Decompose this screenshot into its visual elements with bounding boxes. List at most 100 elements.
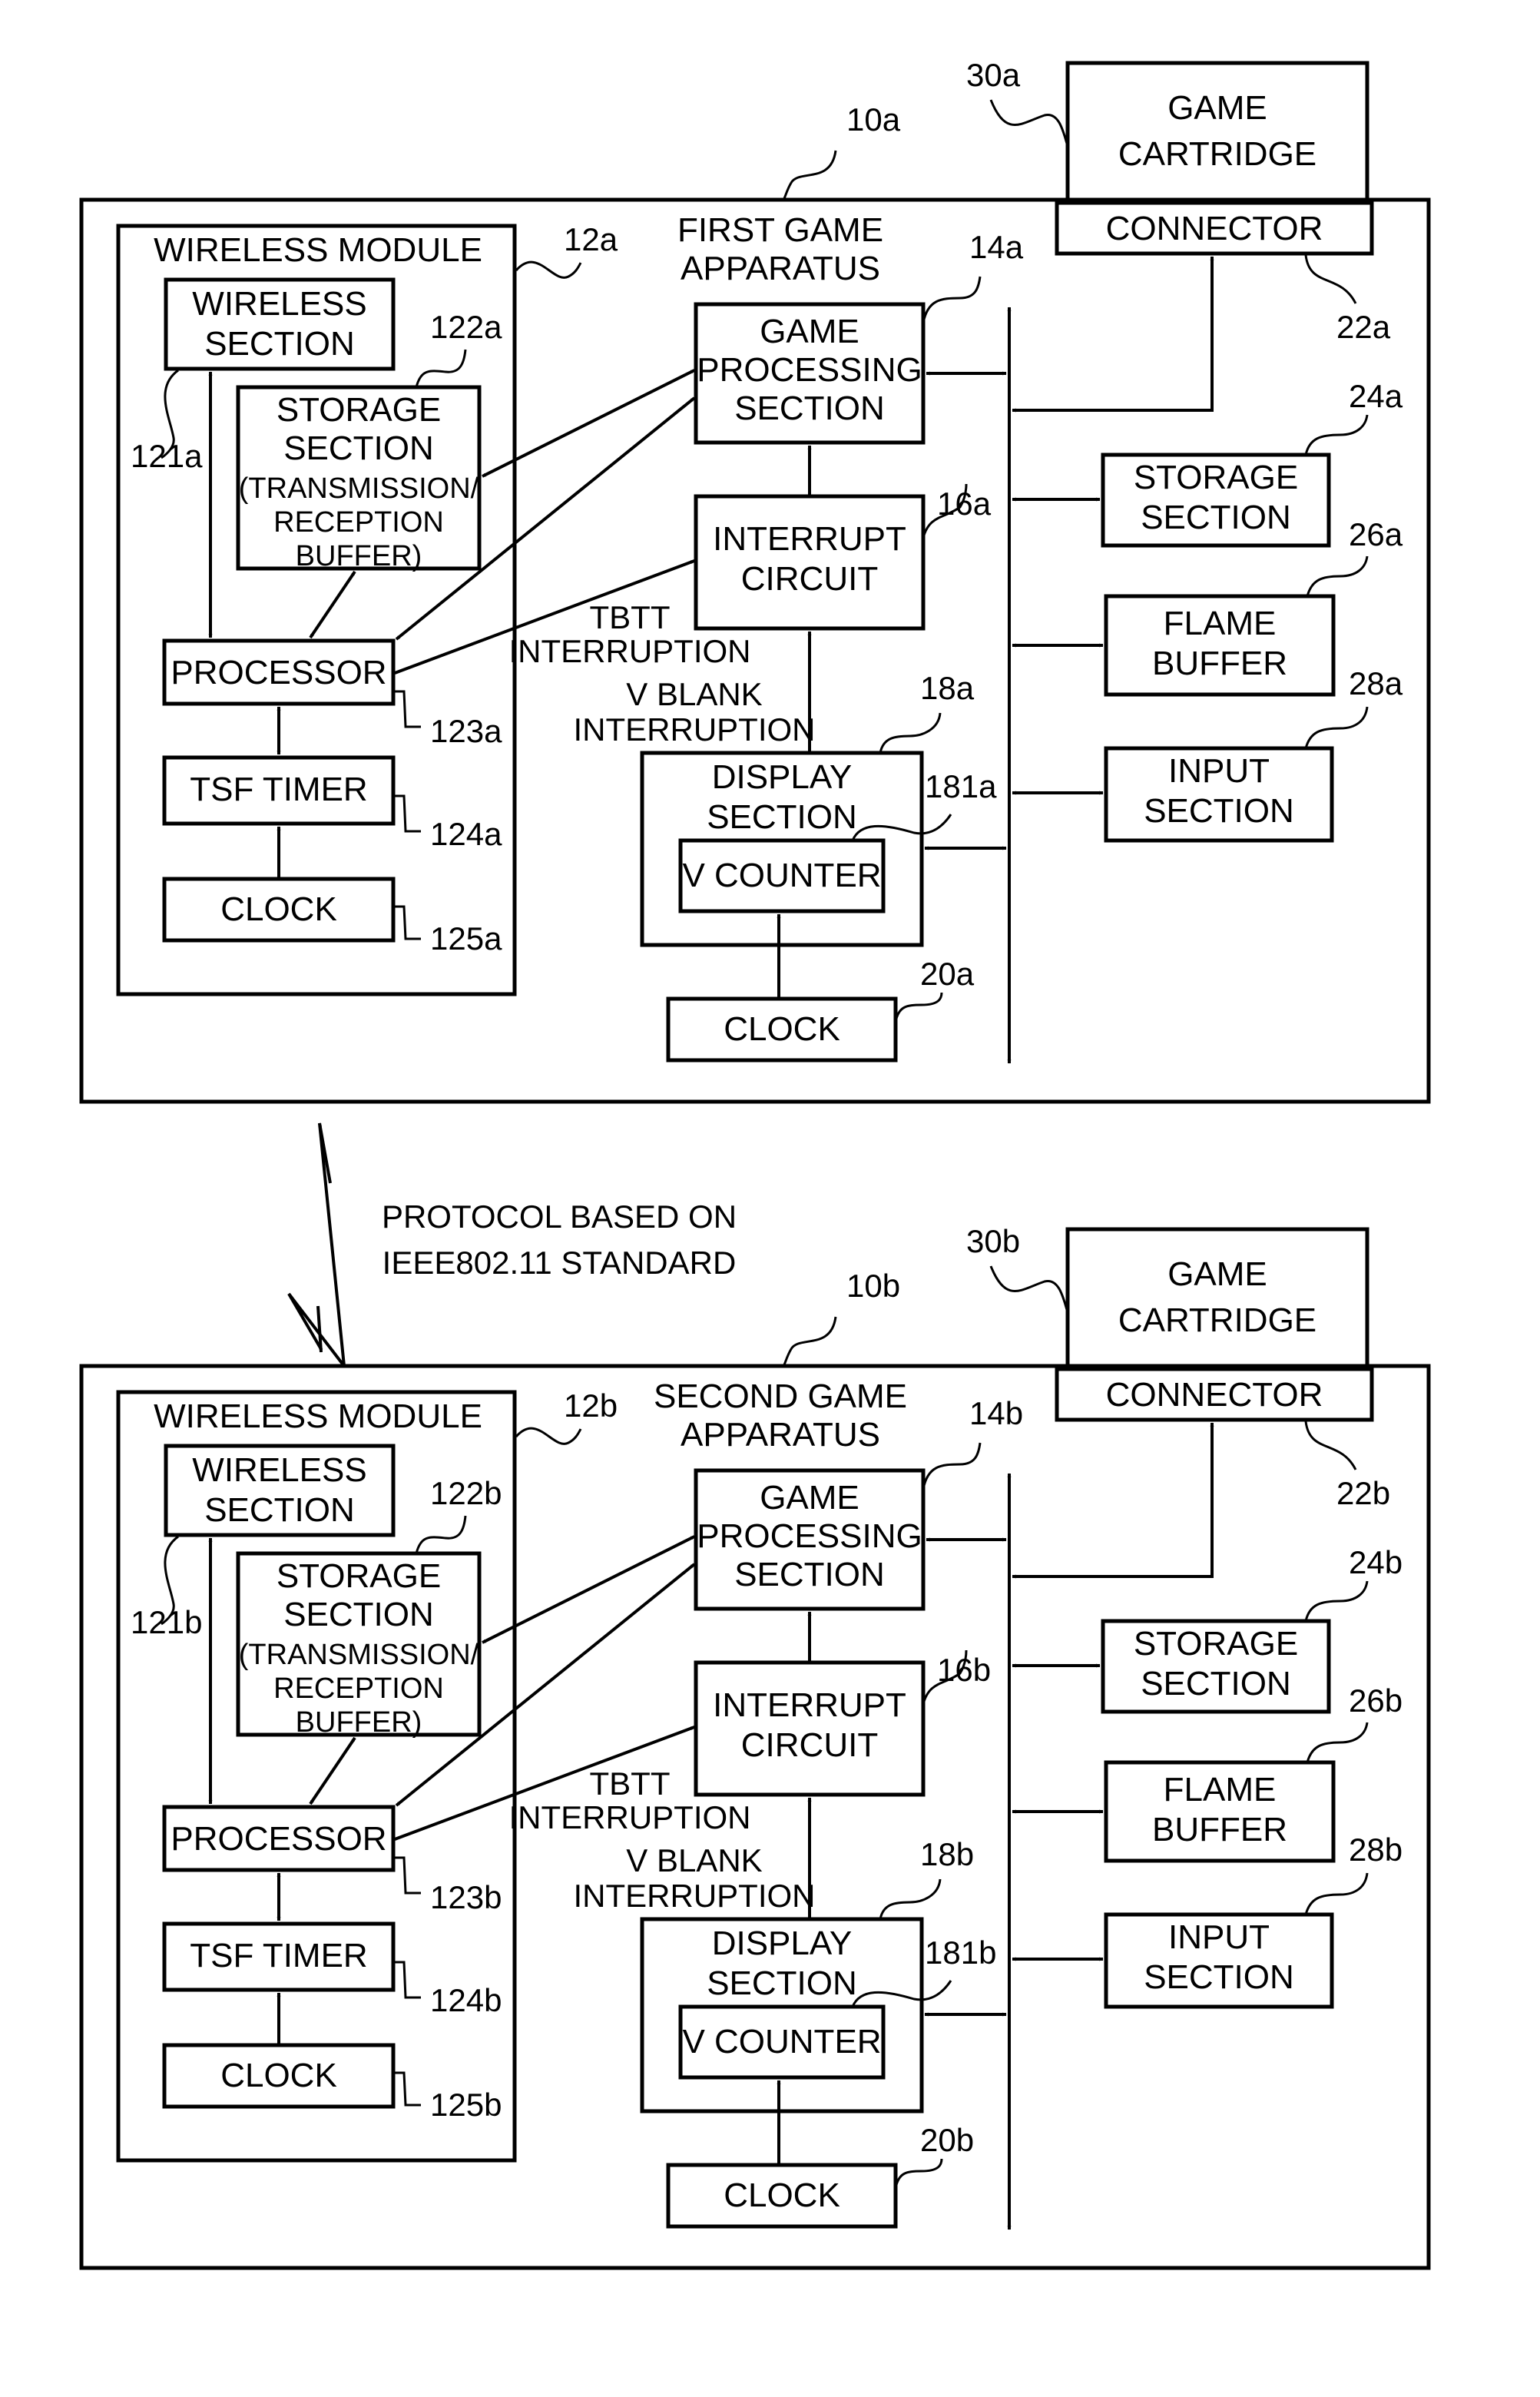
processor-ref: 123b — [430, 1879, 502, 1915]
game-cartridge-label-line-2: CARTRIDGE — [1118, 1301, 1316, 1339]
display-section-label-line-1: DISPLAY — [712, 758, 853, 796]
wireless-module-title: WIRELESS MODULE — [154, 1397, 482, 1435]
clock-ref: 20a — [920, 956, 975, 992]
module-clock-label: CLOCK — [220, 2057, 337, 2094]
clock-label: CLOCK — [724, 2177, 840, 2214]
wireless-section-ref: 121b — [131, 1604, 202, 1640]
input-section-label-line-2: SECTION — [1144, 1958, 1294, 1996]
game-processing-label-line-1: GAME — [760, 1479, 859, 1517]
module-storage-label-line-1: STORAGE — [277, 391, 441, 429]
storage-label-line-1: STORAGE — [1134, 1625, 1298, 1663]
display-section-ref: 18b — [920, 1836, 974, 1872]
apparatus-leader — [782, 150, 837, 201]
processor-label: PROCESSOR — [171, 1820, 386, 1858]
protocol-label: PROTOCOL BASED ON IEEE802.11 STANDARD — [382, 1198, 737, 1281]
tsf-timer-ref: 124b — [430, 1982, 502, 2018]
wireless-section-label-line-2: SECTION — [204, 1491, 355, 1529]
module-storage-line-4: RECEPTION — [273, 506, 444, 539]
game-cartridge-leader — [989, 99, 1069, 147]
game-processing-label-line-2: PROCESSING — [697, 351, 922, 389]
block-diagram: PROTOCOL BASED ON IEEE802.11 STANDARD GA… — [79, 57, 1431, 2270]
flame-buffer-ref: 26b — [1349, 1683, 1403, 1719]
input-section-label-line-1: INPUT — [1168, 752, 1270, 790]
module-clock-ref: 125b — [430, 2087, 502, 2123]
game-processing-ref: 14a — [969, 229, 1024, 265]
clock-label: CLOCK — [724, 1010, 840, 1048]
module-storage-line-3: (TRANSMISSION/ — [239, 1639, 479, 1671]
v-counter-label: V COUNTER — [682, 2023, 881, 2060]
game-cartridge-ref: 30b — [966, 1223, 1020, 1259]
game-cartridge-ref: 30a — [966, 57, 1021, 93]
tbtt-label-line-1: TBTT — [590, 599, 671, 635]
module-storage-label-line-2: SECTION — [283, 429, 434, 467]
flame-buffer-label-line-1: FLAME — [1164, 605, 1277, 642]
game-processing-label-line-3: SECTION — [734, 1556, 885, 1593]
interrupt-circuit-label-line-2: CIRCUIT — [741, 1726, 878, 1764]
wireless-section-label-line-1: WIRELESS — [192, 285, 366, 323]
game-cartridge-label-line-1: GAME — [1167, 1255, 1267, 1293]
clock-ref: 20b — [920, 2122, 974, 2158]
apparatus-leader — [782, 1316, 837, 1368]
game-processing-label-line-3: SECTION — [734, 390, 885, 427]
module-storage-line-5: BUFFER) — [296, 540, 422, 572]
module-storage-line-5: BUFFER) — [296, 1706, 422, 1739]
display-section-label-line-1: DISPLAY — [712, 1925, 853, 1962]
protocol-line-2: IEEE802.11 STANDARD — [383, 1245, 737, 1281]
module-storage-label-line-1: STORAGE — [277, 1557, 441, 1595]
input-section-label-line-1: INPUT — [1168, 1918, 1270, 1956]
flame-buffer-label-line-1: FLAME — [1164, 1771, 1277, 1809]
game-processing-label-line-1: GAME — [760, 313, 859, 350]
display-section-label-line-2: SECTION — [707, 1964, 857, 2002]
vblank-label-line-1: V BLANK — [626, 676, 762, 712]
game-processing-label-line-2: PROCESSING — [697, 1517, 922, 1555]
game-cartridge-leader — [989, 1265, 1069, 1313]
wireless-module-ref: 12a — [564, 221, 618, 257]
game-processing-ref: 14b — [969, 1395, 1023, 1431]
tbtt-label-line-1: TBTT — [590, 1765, 671, 1802]
wireless-module-ref: 12b — [564, 1387, 618, 1424]
connector-ref: 22a — [1336, 309, 1391, 345]
apparatus-title-line-1: FIRST GAME — [677, 211, 883, 249]
v-counter-ref: 181b — [925, 1935, 996, 1971]
game-cartridge-label-line-2: CARTRIDGE — [1118, 135, 1316, 173]
vblank-label-line-2: INTERRUPTION — [574, 1878, 816, 1914]
connector-ref: 22b — [1336, 1475, 1390, 1511]
tsf-timer-label: TSF TIMER — [190, 771, 367, 808]
interrupt-circuit-label-line-2: CIRCUIT — [741, 560, 878, 598]
v-counter-label: V COUNTER — [682, 857, 881, 894]
module-storage-ref: 122b — [430, 1475, 502, 1511]
lightning-arrow — [287, 1122, 346, 1371]
interrupt-circuit-ref: 16a — [937, 486, 992, 522]
vblank-label-line-2: INTERRUPTION — [574, 711, 816, 748]
storage-ref: 24b — [1349, 1544, 1403, 1580]
interrupt-circuit-label-line-1: INTERRUPT — [713, 1686, 906, 1724]
wireless-link — [287, 1122, 346, 1371]
apparatus-ref: 10b — [846, 1268, 900, 1304]
module-clock-ref: 125a — [430, 920, 502, 956]
module-clock-label: CLOCK — [220, 890, 337, 928]
tbtt-label-line-2: INTERRUPTION — [509, 633, 751, 669]
input-section-ref: 28b — [1349, 1832, 1403, 1868]
module-storage-label-line-2: SECTION — [283, 1596, 434, 1633]
apparatus-title-line-2: APPARATUS — [681, 250, 880, 287]
protocol-line-1: PROTOCOL BASED ON — [382, 1198, 737, 1235]
apparatus-title-line-2: APPARATUS — [681, 1416, 880, 1454]
display-section-ref: 18a — [920, 670, 975, 706]
flame-buffer-label-line-2: BUFFER — [1152, 645, 1287, 682]
flame-buffer-label-line-2: BUFFER — [1152, 1811, 1287, 1848]
tsf-timer-label: TSF TIMER — [190, 1937, 367, 1974]
interrupt-circuit-label-line-1: INTERRUPT — [713, 520, 906, 558]
storage-label-line-2: SECTION — [1141, 499, 1291, 536]
v-counter-ref: 181a — [925, 768, 997, 804]
display-section-label-line-2: SECTION — [707, 798, 857, 836]
apparatus-title-line-1: SECOND GAME — [654, 1378, 907, 1415]
storage-ref: 24a — [1349, 378, 1403, 414]
second-game-apparatus: GAME CARTRIDGE 30b SECOND GAMEAPPARATUS 10b C… — [79, 1223, 1431, 2270]
connector-label: CONNECTOR — [1106, 210, 1323, 247]
first-game-apparatus: GAME CARTRIDGE 30a FIRST GAMEAPPARATUS 10a CO… — [79, 57, 1431, 1104]
input-section-label-line-2: SECTION — [1144, 792, 1294, 830]
processor-ref: 123a — [430, 713, 502, 749]
module-storage-line-3: (TRANSMISSION/ — [239, 472, 479, 505]
storage-label-line-1: STORAGE — [1134, 459, 1298, 496]
game-cartridge-box — [1065, 61, 1369, 205]
